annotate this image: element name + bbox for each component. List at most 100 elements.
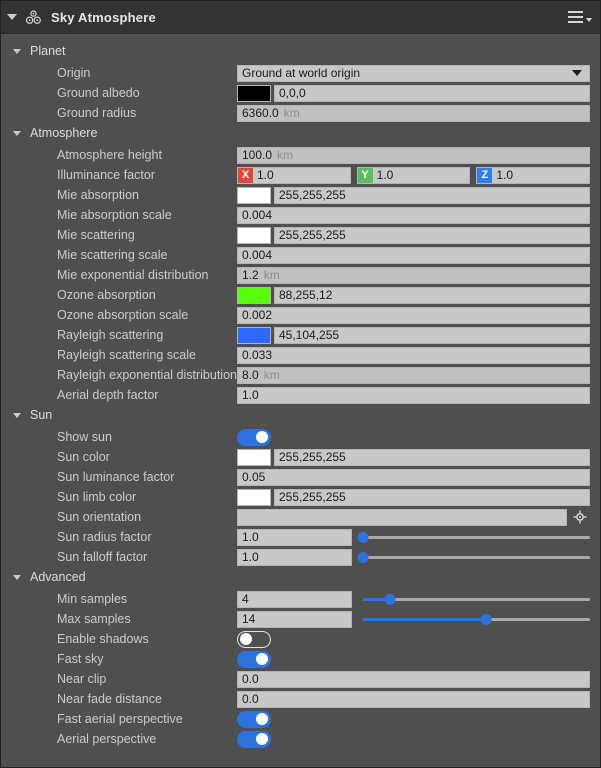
section-header-advanced[interactable]: Advanced — [1, 567, 600, 587]
color-swatch-ozone-absorption[interactable] — [237, 286, 271, 304]
value-field-ozone-absorption-scale[interactable]: 0.002 — [237, 306, 590, 324]
property-control — [237, 508, 600, 526]
field-value: 0.05 — [242, 469, 266, 484]
field-value: 1.2 — [242, 267, 259, 282]
value-field-max-samples[interactable]: 14 — [237, 610, 352, 628]
toggle-fast-sky[interactable] — [237, 650, 271, 668]
color-value-field[interactable]: 0,0,0 — [274, 84, 590, 102]
property-row-sun-color: Sun color 255,255,255 — [1, 447, 600, 467]
property-label: Aerial depth factor — [57, 388, 159, 402]
color-value: 45,104,255 — [279, 327, 340, 342]
property-label: Ozone absorption — [57, 288, 156, 302]
property-row-ground-radius: Ground radius 6360.0 km — [1, 103, 600, 123]
chevron-down-icon — [586, 17, 592, 22]
property-row-sun-orientation: Sun orientation — [1, 507, 600, 527]
toggle-aerial-perspective[interactable] — [237, 730, 271, 748]
field-value: 0.0 — [242, 671, 259, 686]
value-field-sun-radius-factor[interactable]: 1.0 — [237, 528, 352, 546]
property-row-near-clip: Near clip 0.0 — [1, 669, 600, 689]
property-label: Rayleigh exponential distribution — [57, 368, 237, 382]
property-label: Mie absorption — [57, 188, 139, 202]
vector3-input: X 1.0 Y 1.0 Z 1.0 — [237, 166, 591, 184]
property-control — [237, 650, 600, 668]
color-swatch-mie-scattering[interactable] — [237, 226, 271, 244]
property-control — [237, 710, 600, 728]
triangle-down-icon[interactable] — [7, 14, 17, 20]
field-value: 6360.0 — [242, 105, 279, 120]
toggle-fast-aerial-perspective[interactable] — [237, 710, 271, 728]
property-label: Enable shadows — [57, 632, 149, 646]
property-control: 0,0,0 — [237, 84, 600, 102]
color-value-field[interactable]: 255,255,255 — [274, 488, 590, 506]
color-value-field[interactable]: 255,255,255 — [274, 226, 590, 244]
toggle-enable-shadows[interactable] — [237, 630, 271, 648]
value-field-atmosphere-height[interactable]: 100.0 km — [237, 146, 590, 164]
origin-dropdown[interactable]: Ground at world origin — [237, 64, 590, 82]
field-value: 0.004 — [242, 247, 273, 262]
value-field-ground-radius[interactable]: 6360.0 km — [237, 104, 590, 122]
vector-component-y[interactable]: Y 1.0 — [356, 166, 471, 184]
color-swatch-sun-limb-color[interactable] — [237, 488, 271, 506]
slider-sun-radius-factor[interactable] — [357, 530, 590, 544]
property-control: 88,255,12 — [237, 286, 600, 304]
axis-label-z-icon: Z — [477, 167, 493, 183]
field-value: 1.0 — [242, 549, 259, 564]
value-field-mie-absorption-scale[interactable]: 0.004 — [237, 206, 590, 224]
property-row-sun-limb-color: Sun limb color 255,255,255 — [1, 487, 600, 507]
value-field-aerial-depth-factor[interactable]: 1.0 — [237, 386, 590, 404]
slider-value-slot: 14 — [237, 610, 352, 628]
color-swatch-rayleigh-scattering[interactable] — [237, 326, 271, 344]
section-header-sun[interactable]: Sun — [1, 405, 600, 425]
toggle-knob — [256, 653, 268, 665]
property-row-min-samples: Min samples 4 — [1, 589, 600, 609]
panel-menu-button[interactable] — [568, 11, 592, 23]
value-field-rayleigh-exponential-distribution[interactable]: 8.0 km — [237, 366, 590, 384]
property-label: Rayleigh scattering — [57, 328, 164, 342]
slider-thumb[interactable] — [357, 531, 369, 543]
field-value: 0.002 — [242, 307, 273, 322]
section-header-atmosphere[interactable]: Atmosphere — [1, 123, 600, 143]
property-control: 45,104,255 — [237, 326, 600, 344]
value-field-sun-falloff-factor[interactable]: 1.0 — [237, 548, 352, 566]
triangle-down-icon — [13, 574, 21, 580]
value-field-near-fade-distance[interactable]: 0.0 — [237, 690, 590, 708]
crosshair-target-icon[interactable] — [570, 510, 590, 524]
value-field-mie-exponential-distribution[interactable]: 1.2 km — [237, 266, 590, 284]
color-swatch-mie-absorption[interactable] — [237, 186, 271, 204]
property-label: Ground albedo — [57, 86, 140, 100]
dropdown-value: Ground at world origin — [242, 66, 361, 80]
property-label: Mie exponential distribution — [57, 268, 209, 282]
color-swatch-ground-albedo[interactable] — [237, 84, 271, 102]
color-value-field[interactable]: 88,255,12 — [274, 286, 590, 304]
vector-component-x[interactable]: X 1.0 — [237, 166, 351, 184]
property-label: Mie scattering scale — [57, 248, 168, 262]
property-row-sun-falloff-factor: Sun falloff factor 1.0 — [1, 547, 600, 567]
field-value: 1.0 — [242, 529, 259, 544]
toggle-show-sun[interactable] — [237, 428, 271, 446]
value-field-mie-scattering-scale[interactable]: 0.004 — [237, 246, 590, 264]
slider-thumb[interactable] — [480, 613, 492, 625]
properties-list: Planet Origin Ground at world origin Ground… — [1, 34, 600, 767]
sun-orientation-field[interactable] — [237, 508, 567, 526]
property-row-aerial-depth-factor: Aerial depth factor 1.0 — [1, 385, 600, 405]
value-field-min-samples[interactable]: 4 — [237, 590, 352, 608]
slider-thumb[interactable] — [384, 593, 396, 605]
value-field-sun-luminance-factor[interactable]: 0.05 — [237, 468, 590, 486]
sky-atmosphere-inspector-panel: Sky Atmosphere Planet Origin Ground at wor… — [0, 0, 601, 768]
field-value: 0.004 — [242, 207, 273, 222]
slider-thumb[interactable] — [357, 551, 369, 563]
value-field-rayleigh-scattering-scale[interactable]: 0.033 — [237, 346, 590, 364]
color-value-field[interactable]: 255,255,255 — [274, 448, 590, 466]
section-header-planet[interactable]: Planet — [1, 41, 600, 61]
value-field-near-clip[interactable]: 0.0 — [237, 670, 590, 688]
slider-max-samples[interactable] — [363, 612, 590, 626]
color-value-field[interactable]: 45,104,255 — [274, 326, 590, 344]
color-value-field[interactable]: 255,255,255 — [274, 186, 590, 204]
slider-min-samples[interactable] — [363, 592, 590, 606]
field-value: 4 — [242, 591, 249, 606]
color-swatch-sun-color[interactable] — [237, 448, 271, 466]
slider-sun-falloff-factor[interactable] — [357, 550, 590, 564]
property-row-mie-scattering-scale: Mie scattering scale 0.004 — [1, 245, 600, 265]
property-label: Illuminance factor — [57, 168, 155, 182]
vector-component-z[interactable]: Z 1.0 — [476, 166, 591, 184]
